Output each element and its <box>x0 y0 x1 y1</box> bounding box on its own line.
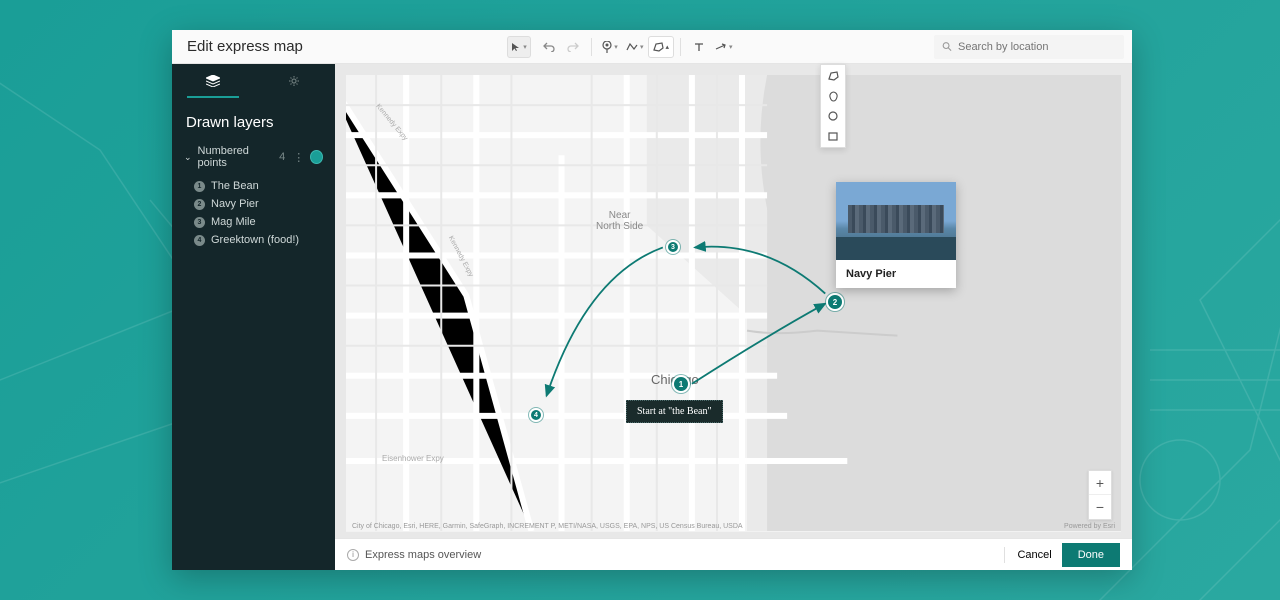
map-pin-4[interactable]: 4 <box>529 408 543 422</box>
layers-tab[interactable] <box>172 64 254 98</box>
map-pin-2[interactable]: 2 <box>826 293 844 311</box>
layers-icon <box>206 75 220 87</box>
sidebar: Drawn layers ⌄ Numbered points 4 ⋮ 1 The … <box>172 64 335 570</box>
pin-icon: 1 <box>194 181 205 192</box>
page-title: Edit express map <box>172 38 507 55</box>
map-pin-1[interactable]: 1 <box>672 375 690 393</box>
search-box[interactable] <box>934 35 1124 59</box>
map-canvas[interactable]: Chicago NearNorth Side Eisenhower Expy K… <box>346 75 1121 532</box>
layer-name: Numbered points <box>198 145 274 169</box>
pin-icon: 4 <box>194 235 205 246</box>
toolbar: ▾ ▾ ▾ ▴ <box>507 30 737 63</box>
sidebar-section-title: Drawn layers <box>172 98 335 141</box>
settings-tab[interactable] <box>254 64 336 98</box>
footer: i Express maps overview Cancel Done <box>335 538 1132 570</box>
layer-item-label: Greektown (food!) <box>211 234 299 246</box>
arrow-tool[interactable]: ▾ <box>711 36 737 58</box>
chevron-down-icon: ▾ <box>729 43 733 51</box>
layer-color-badge[interactable] <box>310 150 323 164</box>
layer-item-label: The Bean <box>211 180 259 192</box>
layer-item[interactable]: 2 Navy Pier <box>194 195 335 213</box>
popup-title: Navy Pier <box>836 260 956 288</box>
gear-icon <box>288 75 300 87</box>
pin-icon: 3 <box>194 217 205 228</box>
redo-button[interactable] <box>561 36 585 58</box>
done-button[interactable]: Done <box>1062 543 1120 567</box>
layer-item-label: Navy Pier <box>211 198 259 210</box>
feature-popup[interactable]: Navy Pier <box>836 182 956 288</box>
popup-image <box>836 182 956 260</box>
point-tool[interactable]: ▾ <box>598 36 622 58</box>
topbar: Edit express map ▾ ▾ ▾ <box>172 30 1132 64</box>
rectangle-option[interactable] <box>826 129 840 143</box>
pin-icon: 2 <box>194 199 205 210</box>
undo-button[interactable] <box>537 36 561 58</box>
app-window: Edit express map ▾ ▾ ▾ <box>172 30 1132 570</box>
freehand-option[interactable] <box>826 89 840 103</box>
select-tool[interactable]: ▾ <box>507 36 531 58</box>
layer-count: 4 <box>279 151 285 163</box>
polygon-option[interactable] <box>826 69 840 83</box>
cancel-button[interactable]: Cancel <box>1017 549 1051 561</box>
line-tool[interactable]: ▾ <box>622 36 648 58</box>
map-pin-3[interactable]: 3 <box>666 240 680 254</box>
layer-item[interactable]: 1 The Bean <box>194 177 335 195</box>
map-panel: Chicago NearNorth Side Eisenhower Expy K… <box>335 64 1132 570</box>
chevron-down-icon: ▾ <box>640 43 644 51</box>
layer-item[interactable]: 4 Greektown (food!) <box>194 231 335 249</box>
more-icon[interactable]: ⋮ <box>293 151 304 164</box>
chevron-down-icon: ▾ <box>523 43 527 51</box>
search-icon <box>942 41 952 52</box>
chevron-down-icon: ⌄ <box>184 152 192 163</box>
layer-item[interactable]: 3 Mag Mile <box>194 213 335 231</box>
text-tool[interactable] <box>687 36 711 58</box>
layer-item-label: Mag Mile <box>211 216 256 228</box>
circle-option[interactable] <box>826 109 840 123</box>
shape-tool[interactable]: ▴ <box>648 36 675 58</box>
info-icon: i <box>347 549 359 561</box>
chevron-up-icon: ▴ <box>666 43 670 51</box>
shape-dropdown <box>820 64 846 148</box>
search-input[interactable] <box>958 41 1116 53</box>
chevron-down-icon: ▾ <box>614 43 618 51</box>
overview-link[interactable]: Express maps overview <box>365 549 481 561</box>
layer-group-header[interactable]: ⌄ Numbered points 4 ⋮ <box>172 141 335 173</box>
